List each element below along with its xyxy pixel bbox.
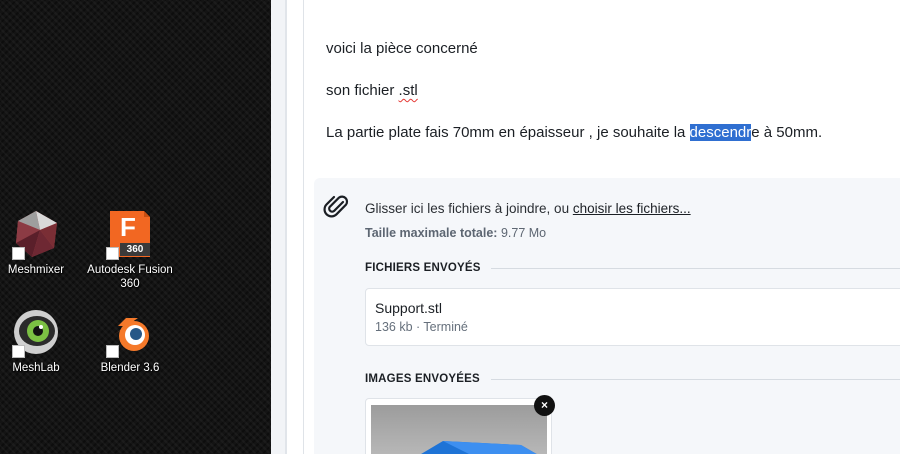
desktop-background: Meshmixer F 360 Autodesk Fusion 360 Mesh… — [0, 0, 271, 454]
desktop-icon-blender[interactable]: Blender 3.6 — [84, 306, 176, 375]
shortcut-arrow-icon — [106, 247, 119, 260]
section-divider — [491, 379, 900, 380]
desktop-icon-label: Autodesk Fusion 360 — [87, 264, 173, 290]
meshlab-icon — [10, 306, 62, 358]
fusion-badge: 360 — [120, 243, 150, 256]
desktop-icon-fusion-360[interactable]: F 360 Autodesk Fusion 360 — [84, 208, 176, 291]
browser-edge-line — [285, 0, 287, 454]
drop-text: Glisser ici les fichiers à joindre, ou — [365, 201, 573, 216]
drop-instructions: Glisser ici les fichiers à joindre, ou c… — [365, 201, 691, 216]
uploaded-file-card[interactable]: Support.stl 136 kb · Terminé — [365, 288, 900, 346]
paperclip-icon — [323, 193, 351, 221]
fusion-letter: F — [120, 212, 136, 242]
message-text: son fichier — [326, 82, 399, 99]
desktop-icon-meshmixer[interactable]: Meshmixer — [0, 208, 82, 277]
meshmixer-icon — [10, 208, 62, 260]
uploaded-image-thumbnail[interactable] — [365, 398, 552, 454]
files-section-title: FICHIERS ENVOYÉS — [365, 262, 481, 274]
shortcut-arrow-icon — [12, 247, 25, 260]
section-divider — [491, 268, 900, 269]
max-size-label: Taille maximale totale: — [365, 226, 498, 240]
misspelled-word: .stl — [398, 82, 418, 99]
file-meta: 136 kb · Terminé — [375, 320, 468, 334]
file-name: Support.stl — [375, 300, 442, 316]
desktop-icon-label: Meshmixer — [7, 264, 65, 276]
remove-image-button[interactable]: × — [534, 395, 555, 416]
images-section-title: IMAGES ENVOYÉES — [365, 373, 480, 385]
message-line-2[interactable]: son fichier .stl — [326, 82, 418, 99]
desktop-icon-label: Blender 3.6 — [100, 362, 160, 374]
max-size-info: Taille maximale totale: 9.77 Mo — [365, 226, 546, 240]
max-size-value: 9.77 Mo — [497, 226, 547, 240]
desktop-icon-meshlab[interactable]: MeshLab — [0, 306, 82, 375]
message-line-3[interactable]: La partie plate fais 70mm en épaisseur ,… — [326, 124, 822, 141]
message-text: e à 50mm. — [751, 124, 823, 141]
selected-text: descendr — [689, 124, 752, 141]
message-text: voici la pièce concerné — [326, 40, 478, 57]
fusion-360-icon: F 360 — [104, 208, 156, 260]
shortcut-arrow-icon — [12, 345, 25, 358]
blender-icon — [104, 306, 156, 358]
choose-files-link[interactable]: choisir les fichiers... — [573, 201, 691, 216]
image-preview — [371, 405, 547, 454]
desktop-icon-label: MeshLab — [12, 362, 60, 374]
shortcut-arrow-icon — [106, 345, 119, 358]
message-text: La partie plate fais 70mm en épaisseur ,… — [326, 124, 690, 141]
message-line-1[interactable]: voici la pièce concerné — [326, 40, 478, 57]
